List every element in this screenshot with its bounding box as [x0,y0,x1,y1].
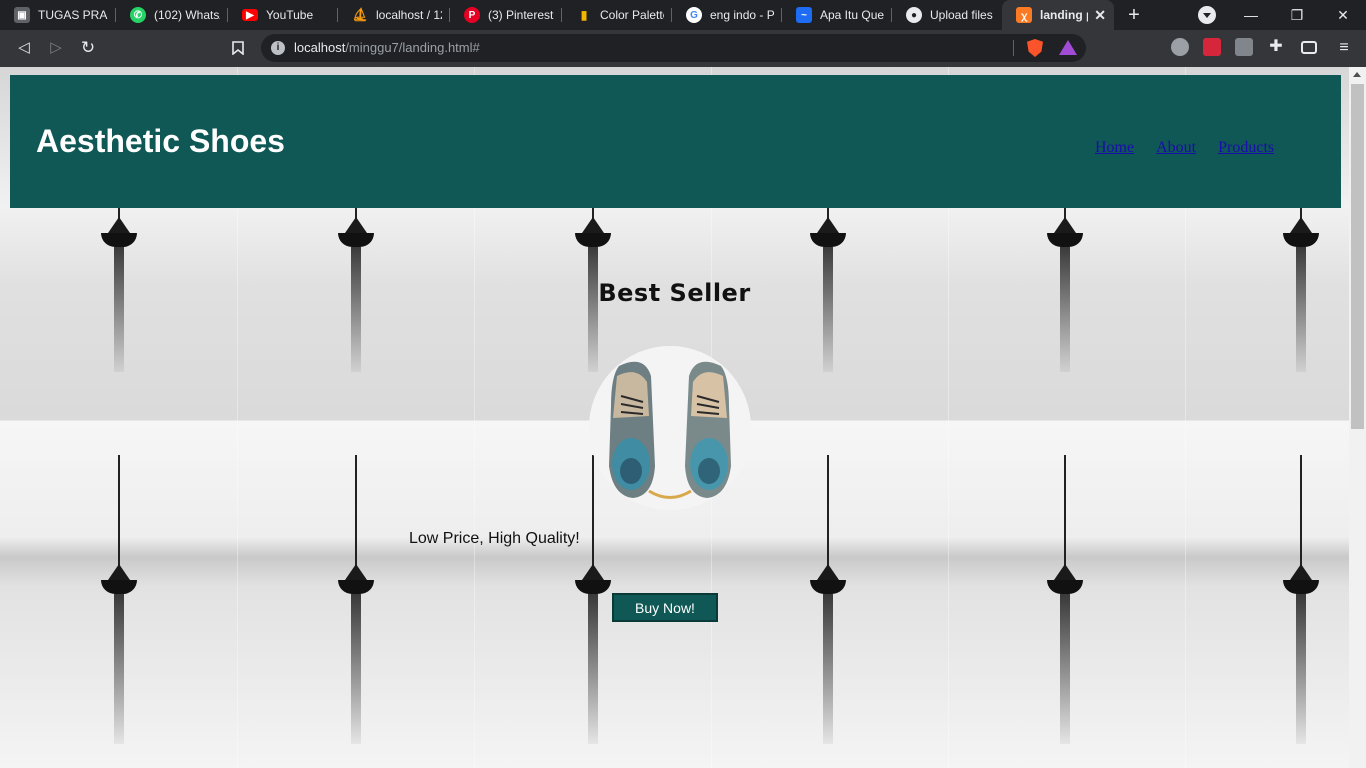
restore-button[interactable]: ❐ [1274,0,1320,30]
tab-title: (102) WhatsA [154,8,220,22]
tab-title: localhost / 12 [376,8,442,22]
close-tab-icon[interactable]: ✕ [1094,8,1106,22]
brave-shields-icon[interactable] [1027,39,1043,57]
tab-title: landing p [1040,8,1089,22]
youtube-icon: ▶ [242,9,258,21]
tab-title: eng indo - Pe [710,8,774,22]
mendeley-icon[interactable] [1203,38,1221,56]
tab-title: Upload files - [930,8,994,22]
nav-link-home[interactable]: Home [1095,139,1134,157]
product-image [589,346,751,510]
nav-link-about[interactable]: About [1156,139,1196,157]
buy-now-button[interactable]: Buy Now! [612,593,718,622]
article-icon: ~ [796,7,812,23]
address-bar[interactable]: i localhost/minggu7/landing.html# [261,34,1086,62]
tab-5[interactable]: ▮ Color Palettes [562,0,672,30]
palette-icon: ▮ [580,8,588,22]
tab-2[interactable]: ▶ YouTube [228,0,338,30]
back-button[interactable]: ◁ [12,36,36,60]
phpmyadmin-icon: ⛵︎ [351,7,369,22]
scroll-up-icon[interactable] [1353,72,1361,77]
bookmark-button[interactable] [226,36,250,60]
info-icon[interactable]: i [271,41,285,55]
google-icon: G [686,7,702,23]
close-window-button[interactable]: ✕ [1320,0,1366,30]
omnibox-divider [1013,40,1014,56]
tab-0[interactable]: ▣ TUGAS PRAKT [0,0,116,30]
bookmark-icon [232,41,244,56]
document-icon: ▣ [14,7,30,23]
extension-grid-icon[interactable] [1171,38,1189,56]
tab-title: (3) Pinterest [488,8,554,22]
github-icon: ● [906,7,922,23]
wallet-icon[interactable] [1301,41,1317,54]
tab-6[interactable]: G eng indo - Pe [672,0,782,30]
brave-rewards-icon[interactable] [1059,40,1077,55]
nav-link-products[interactable]: Products [1218,139,1274,157]
pinterest-icon: P [464,7,480,23]
tagline-text: Low Price, High Quality! [409,530,580,547]
tab-title: TUGAS PRAKT [38,8,108,22]
tab-1[interactable]: ✆ (102) WhatsA [116,0,228,30]
url-text[interactable]: localhost/minggu7/landing.html# [294,40,480,55]
browser-menu-icon[interactable]: ≡ [1336,37,1352,59]
site-title: Aesthetic Shoes [36,123,285,159]
browser-toolbar: ◁ ▷ ↻ i localhost/minggu7/landing.html# … [0,30,1366,67]
tab-search-icon[interactable] [1198,6,1216,24]
tab-title: Apa Itu Query [820,8,884,22]
new-tab-button[interactable]: + [1122,3,1146,27]
site-nav: Home About Products [1095,139,1274,157]
extensions-puzzle-icon[interactable]: ✚ [1267,38,1285,56]
scrollbar-thumb[interactable] [1351,84,1364,429]
tab-8[interactable]: ● Upload files - [892,0,1002,30]
whatsapp-icon: ✆ [130,7,146,23]
tab-7[interactable]: ~ Apa Itu Query [782,0,892,30]
tab-title: YouTube [266,8,314,22]
tab-4[interactable]: P (3) Pinterest [450,0,562,30]
tab-title: Color Palettes [600,8,664,22]
forward-button[interactable]: ▷ [44,36,68,60]
tab-strip: ▣ TUGAS PRAKT ✆ (102) WhatsA ▶ YouTube ⛵… [0,0,1366,30]
reload-button[interactable]: ↻ [76,36,100,60]
copy-extension-icon[interactable] [1235,38,1253,56]
xampp-icon: ꭓ [1016,7,1032,23]
minimize-button[interactable]: — [1228,0,1274,30]
tab-3[interactable]: ⛵︎ localhost / 12 [338,0,450,30]
tab-9-active[interactable]: ꭓ landing p ✕ [1002,0,1114,30]
page-viewport: Aesthetic Shoes Home About Products Best… [0,67,1366,768]
best-seller-heading: Best Seller [598,279,751,307]
page-scrollbar[interactable] [1349,67,1366,768]
site-header: Aesthetic Shoes Home About Products [10,75,1341,208]
